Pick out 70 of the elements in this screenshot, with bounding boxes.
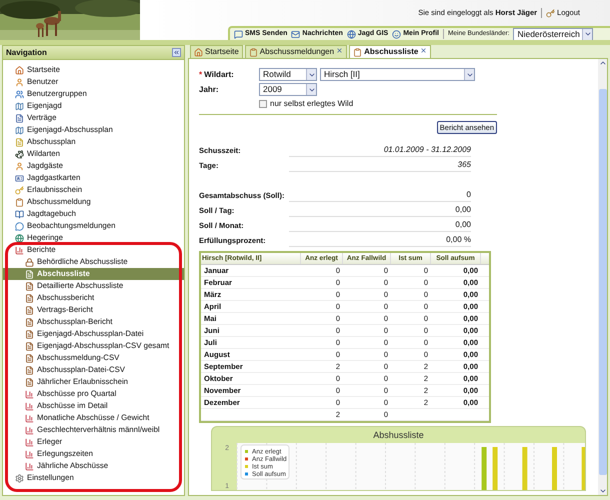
bar-chart-icon [25, 402, 34, 410]
checkbox[interactable] [259, 100, 267, 108]
document-icon [25, 270, 34, 278]
bar-chart-icon [25, 450, 34, 458]
toolbar-icon [392, 30, 402, 38]
lock-icon [25, 258, 34, 266]
nav-icon [15, 138, 24, 146]
nav-icon [15, 186, 24, 194]
toolbar-icon [234, 30, 243, 38]
subtype-select[interactable]: Hirsch [II] [320, 68, 475, 81]
nav-icon [15, 246, 24, 254]
species-select[interactable]: Rotwild [259, 68, 317, 81]
document-icon [25, 282, 34, 290]
bar-chart-icon [25, 390, 34, 398]
nav-icon [15, 174, 24, 182]
nav-icon [15, 474, 24, 482]
tab[interactable]: Startseite [190, 45, 243, 58]
nav-icon [15, 66, 24, 74]
detail-value: 0,00 [289, 219, 471, 232]
document-icon [25, 294, 34, 302]
nav-icon [15, 78, 24, 86]
region-select[interactable]: Niederösterreich [513, 28, 594, 40]
year-select[interactable]: 2009 [259, 83, 317, 96]
document-icon [25, 354, 34, 362]
field-label: Jahr: [199, 84, 220, 96]
toolbar-icon [346, 30, 356, 38]
document-icon [25, 330, 34, 338]
tab-icon [353, 48, 362, 56]
toolbar-icon [291, 30, 300, 38]
document-icon [25, 342, 34, 350]
nav-icon [15, 210, 24, 218]
detail-value: 01.01.2009 - 31.12.2009 [289, 144, 471, 157]
document-icon [25, 306, 34, 314]
bar-chart-icon [25, 462, 34, 470]
collapse-icon [173, 49, 180, 56]
document-icon [25, 366, 34, 374]
nav-icon [15, 90, 24, 98]
panel-title: Navigation [6, 46, 47, 58]
close-icon[interactable] [420, 47, 428, 54]
bar-chart-icon [25, 438, 34, 446]
nav-icon [15, 222, 24, 230]
close-icon[interactable] [336, 47, 344, 54]
detail-value: 0,00 [289, 204, 471, 217]
chart-title: Abshussliste [372, 429, 425, 441]
collapse-button[interactable] [172, 48, 181, 57]
home-icon [194, 48, 203, 56]
nav-icon [15, 114, 24, 122]
detail-value: 0 [289, 189, 471, 202]
tab[interactable]: Abschussmeldungen [244, 45, 348, 58]
detail-value: 0,00 % [289, 234, 471, 247]
document-icon [25, 378, 34, 386]
nav-icon [15, 126, 24, 134]
scroll-up-icon[interactable] [598, 59, 606, 67]
nav-icon [15, 102, 24, 110]
vertical-scrollbar[interactable] [598, 59, 607, 495]
field-label: Wildart: [204, 68, 234, 80]
bar-chart-icon [25, 426, 34, 434]
dropdown-icon [584, 30, 592, 38]
scroll-down-icon[interactable] [598, 487, 606, 495]
document-icon [25, 318, 34, 326]
bar-chart-icon [25, 414, 34, 422]
checkbox-label: nur selbst erlegtes Wild [270, 98, 354, 110]
detail-value: 365 [289, 159, 471, 172]
required-mark: * [199, 68, 202, 80]
tab-icon [248, 48, 258, 56]
nav-icon [15, 162, 24, 170]
nav-icon [15, 150, 24, 158]
nav-icon [15, 198, 24, 206]
tab[interactable]: Abschussliste [349, 45, 432, 58]
nav-icon [15, 234, 24, 242]
